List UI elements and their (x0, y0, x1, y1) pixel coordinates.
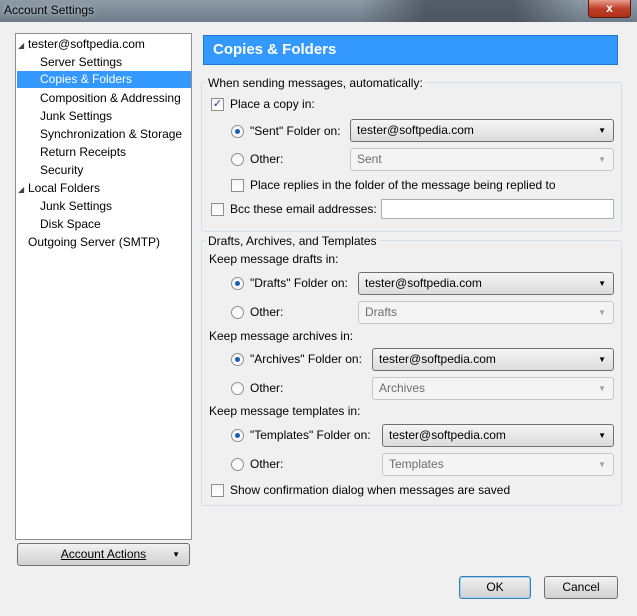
place-copy-label: Place a copy in: (230, 97, 315, 111)
sent-other-select[interactable]: Sent ▼ (350, 148, 614, 171)
sent-other-value: Sent (357, 152, 382, 166)
sent-other-radio[interactable] (231, 153, 244, 166)
title-bar-decoration (360, 0, 580, 22)
archives-folder-radio[interactable] (231, 353, 244, 366)
tree-item-label: tester@softpedia.com (28, 37, 145, 51)
confirm-dialog-label: Show confirmation dialog when messages a… (230, 483, 511, 497)
expand-toggle-icon[interactable]: ◢ (18, 37, 28, 54)
archives-heading: Keep message archives in: (209, 329, 354, 343)
archives-other-value: Archives (379, 381, 426, 395)
account-actions-button[interactable]: Account Actions ▼ (17, 543, 190, 566)
tree-item-account[interactable]: ◢ tester@softpedia.com (18, 36, 145, 53)
chevron-down-icon: ▼ (598, 384, 606, 393)
templates-other-label: Other: (250, 457, 284, 471)
account-actions-label: Account Actions (60, 547, 147, 561)
drafts-folder-radio[interactable] (231, 277, 244, 290)
tree-item-junk-settings[interactable]: Junk Settings (40, 108, 112, 125)
templates-folder-radio[interactable] (231, 429, 244, 442)
drafts-heading: Keep message drafts in: (209, 252, 339, 266)
chevron-down-icon: ▼ (598, 308, 606, 317)
chevron-down-icon: ▼ (598, 155, 606, 164)
tree-item-synchronization-storage[interactable]: Synchronization & Storage (40, 126, 182, 143)
tree-item-server-settings[interactable]: Server Settings (40, 54, 122, 71)
tree-item-composition-addressing[interactable]: Composition & Addressing (40, 90, 181, 107)
templates-folder-select[interactable]: tester@softpedia.com ▼ (382, 424, 614, 447)
chevron-down-icon: ▼ (598, 355, 606, 364)
tree-item-outgoing-server[interactable]: Outgoing Server (SMTP) (28, 234, 160, 251)
drafts-other-value: Drafts (365, 305, 398, 319)
tree-item-return-receipts[interactable]: Return Receipts (40, 144, 126, 161)
tree-item-label: Local Folders (28, 181, 101, 195)
templates-other-radio[interactable] (231, 458, 244, 471)
archives-other-radio[interactable] (231, 382, 244, 395)
tree-item-local-junk-settings[interactable]: Junk Settings (40, 198, 112, 215)
sent-folder-value: tester@softpedia.com (357, 123, 474, 137)
archives-folder-value: tester@softpedia.com (379, 352, 496, 366)
drafts-other-select[interactable]: Drafts ▼ (358, 301, 614, 324)
dropdown-arrow-icon: ▼ (172, 550, 180, 559)
bcc-input[interactable] (381, 199, 614, 219)
page-title: Copies & Folders (203, 35, 618, 65)
cancel-button[interactable]: Cancel (544, 576, 618, 599)
window-title: Account Settings (4, 3, 95, 17)
close-icon: x (606, 1, 613, 15)
sent-folder-select[interactable]: tester@softpedia.com ▼ (350, 119, 614, 142)
chevron-down-icon: ▼ (598, 460, 606, 469)
place-replies-checkbox[interactable] (231, 179, 244, 192)
account-tree: ◢ tester@softpedia.com Server Settings Co… (15, 33, 192, 540)
drafts-group-label: Drafts, Archives, and Templates (206, 234, 379, 248)
close-button[interactable]: x (588, 0, 631, 18)
archives-folder-select[interactable]: tester@softpedia.com ▼ (372, 348, 614, 371)
chevron-down-icon: ▼ (598, 279, 606, 288)
place-replies-label: Place replies in the folder of the messa… (250, 178, 556, 192)
archives-other-label: Other: (250, 381, 284, 395)
templates-folder-value: tester@softpedia.com (389, 428, 506, 442)
templates-heading: Keep message templates in: (209, 404, 361, 418)
tree-item-disk-space[interactable]: Disk Space (40, 216, 101, 233)
drafts-other-label: Other: (250, 305, 284, 319)
drafts-folder-label: "Drafts" Folder on: (250, 276, 348, 290)
confirm-dialog-checkbox[interactable] (211, 484, 224, 497)
expand-toggle-icon[interactable]: ◢ (18, 181, 28, 198)
title-bar[interactable]: Account Settings x (0, 0, 637, 22)
sent-other-label: Other: (250, 152, 284, 166)
templates-other-value: Templates (389, 457, 444, 471)
sent-folder-label: "Sent" Folder on: (250, 124, 341, 138)
bcc-label: Bcc these email addresses: (230, 202, 377, 216)
account-settings-window: Account Settings x ◢ tester@softpedia.com… (0, 0, 637, 616)
drafts-folder-select[interactable]: tester@softpedia.com ▼ (358, 272, 614, 295)
sent-folder-radio[interactable] (231, 125, 244, 138)
drafts-folder-value: tester@softpedia.com (365, 276, 482, 290)
drafts-other-radio[interactable] (231, 306, 244, 319)
bcc-checkbox[interactable] (211, 203, 224, 216)
sending-group-label: When sending messages, automatically: (206, 76, 425, 90)
templates-other-select[interactable]: Templates ▼ (382, 453, 614, 476)
templates-folder-label: "Templates" Folder on: (250, 428, 371, 442)
ok-button[interactable]: OK (459, 576, 531, 599)
tree-item-local-folders[interactable]: ◢ Local Folders (18, 180, 100, 197)
place-copy-checkbox[interactable]: ✓ (211, 98, 224, 111)
tree-item-security[interactable]: Security (40, 162, 83, 179)
tree-item-copies-folders[interactable]: Copies & Folders (17, 71, 191, 88)
chevron-down-icon: ▼ (598, 431, 606, 440)
archives-folder-label: "Archives" Folder on: (250, 352, 362, 366)
archives-other-select[interactable]: Archives ▼ (372, 377, 614, 400)
chevron-down-icon: ▼ (598, 126, 606, 135)
